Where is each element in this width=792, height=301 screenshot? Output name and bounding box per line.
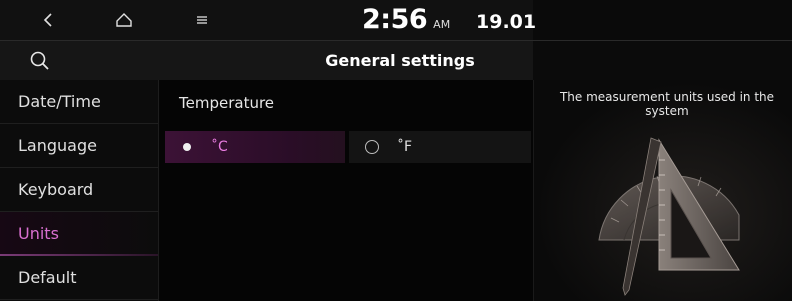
sidebar: Date/Time Language Keyboard Units Defaul… bbox=[0, 80, 158, 301]
search-button[interactable] bbox=[20, 47, 60, 75]
top-status-bar: 2:56 AM 19.01 bbox=[0, 0, 792, 40]
section-label: Temperature bbox=[179, 94, 275, 112]
clock-ampm: AM bbox=[433, 18, 451, 31]
home-icon bbox=[116, 13, 132, 27]
back-button[interactable] bbox=[28, 0, 68, 40]
clock: 2:56 AM bbox=[362, 4, 450, 35]
sidebar-item-language[interactable]: Language bbox=[0, 124, 158, 168]
ruler-protractor-illustration bbox=[598, 137, 740, 296]
sidebar-item-label: Units bbox=[18, 224, 59, 243]
option-label: ˚F bbox=[397, 139, 413, 155]
nav-area bbox=[0, 0, 533, 40]
date-display: 19.01 bbox=[476, 11, 537, 33]
sidebar-item-units[interactable]: Units bbox=[0, 212, 158, 256]
menu-icon bbox=[197, 16, 207, 24]
radio-unselected-icon bbox=[365, 140, 379, 154]
sidebar-item-label: Language bbox=[18, 136, 97, 155]
main-content: Temperature ˚C ˚F bbox=[158, 80, 533, 301]
sidebar-item-default[interactable]: Default bbox=[0, 256, 158, 300]
sidebar-item-label: Keyboard bbox=[18, 180, 94, 199]
info-description: The measurement units used in the system bbox=[559, 90, 775, 118]
sidebar-item-label: Default bbox=[18, 268, 77, 287]
celsius-option[interactable]: ˚C bbox=[165, 131, 345, 163]
home-button[interactable] bbox=[104, 0, 144, 40]
title-right-strip bbox=[533, 41, 792, 81]
back-icon bbox=[43, 13, 52, 27]
title-bar: General settings bbox=[0, 40, 792, 81]
search-icon bbox=[30, 51, 49, 70]
sidebar-item-date-time[interactable]: Date/Time bbox=[0, 80, 158, 124]
sidebar-item-keyboard[interactable]: Keyboard bbox=[0, 168, 158, 212]
sidebar-item-label: Date/Time bbox=[18, 92, 101, 111]
page-title: General settings bbox=[325, 51, 475, 70]
menu-button[interactable] bbox=[182, 0, 222, 40]
radio-selected-icon bbox=[183, 143, 191, 151]
info-panel: The measurement units used in the system bbox=[533, 80, 792, 301]
option-label: ˚C bbox=[211, 139, 228, 155]
clock-time: 2:56 bbox=[362, 4, 428, 35]
fahrenheit-option[interactable]: ˚F bbox=[349, 131, 531, 163]
